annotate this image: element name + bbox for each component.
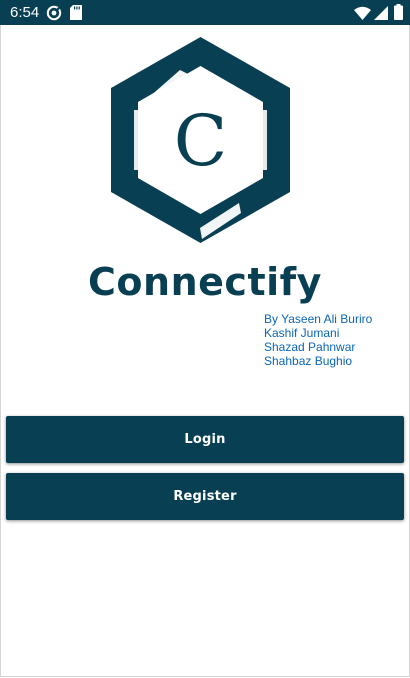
credit-line: Shazad Pahnwar (264, 340, 356, 354)
credit-line: Shahbaz Bughio (264, 354, 353, 368)
logo-letter: C (174, 100, 228, 182)
wifi-icon (354, 6, 371, 20)
credit-line: By Yaseen Ali Buriro (264, 312, 373, 326)
app-logo: C (111, 37, 290, 243)
status-time: 6:54 (10, 4, 40, 21)
register-button[interactable]: Register (6, 473, 404, 520)
login-button[interactable]: Login (6, 416, 404, 463)
app-title: Connectify (88, 260, 322, 304)
sd-card-icon (70, 5, 82, 20)
credits-list: By Yaseen Ali Buriro Kashif Jumani Shaza… (264, 312, 372, 368)
status-bar: 6:54 (0, 0, 410, 25)
sync-badge-icon (46, 5, 62, 21)
cell-signal-icon (374, 6, 388, 20)
credit-line: Kashif Jumani (264, 326, 340, 340)
battery-icon (394, 4, 403, 20)
